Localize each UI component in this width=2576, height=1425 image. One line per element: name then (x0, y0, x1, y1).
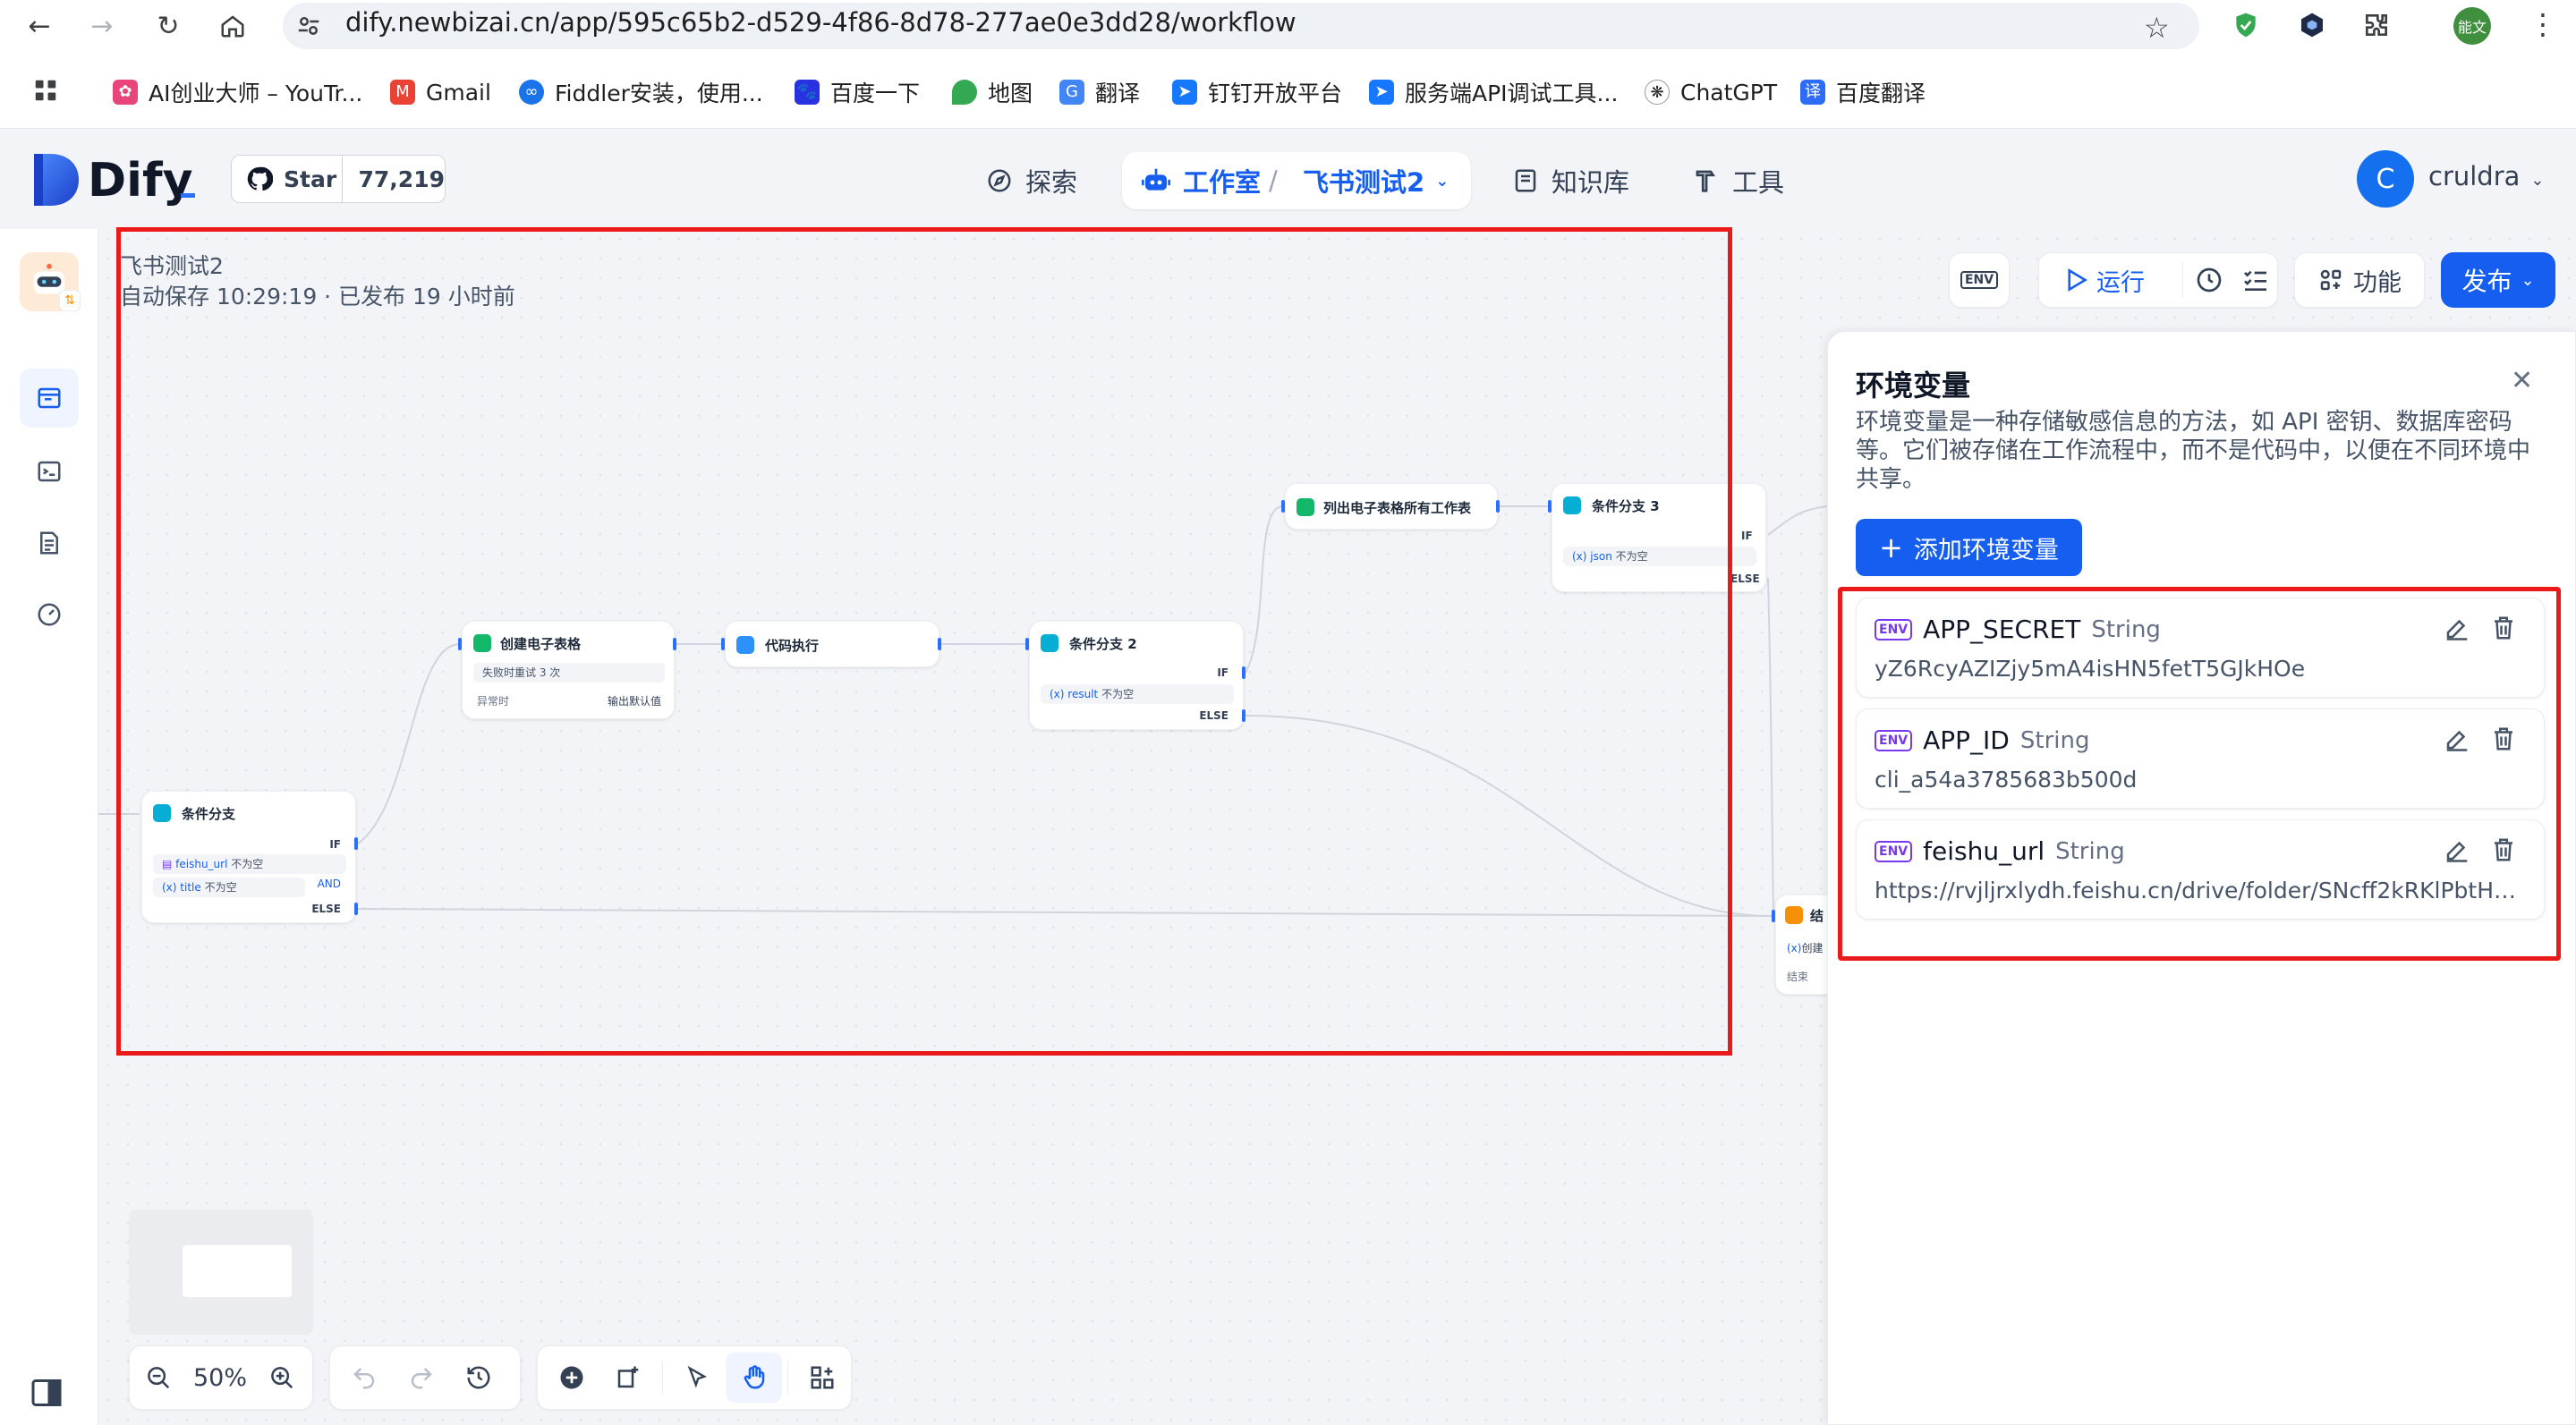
run-toolbar: 运行 (2038, 252, 2278, 308)
publish-label: 发布 (2461, 267, 2512, 296)
else-label: ELSE (1730, 573, 1760, 585)
end-row-text: 结束 (1787, 971, 1809, 983)
minimap[interactable] (129, 1209, 313, 1335)
run-label: 运行 (2096, 268, 2145, 297)
hand-icon[interactable] (725, 1353, 783, 1403)
close-icon[interactable]: ✕ (2511, 365, 2533, 396)
zoom-level[interactable]: 50% (187, 1364, 253, 1392)
edge-if3-out (1767, 505, 1828, 536)
organize-blocks-icon[interactable] (794, 1353, 851, 1403)
env-panel-title: 环境变量 (1856, 369, 1971, 403)
history-controls (329, 1345, 521, 1410)
zoom-out-icon[interactable] (130, 1353, 187, 1403)
port[interactable] (1772, 910, 1775, 922)
history-clock-icon[interactable] (2195, 266, 2223, 301)
env-button[interactable]: ENV (1949, 252, 2010, 308)
play-icon (2068, 268, 2087, 292)
end-row-text: 创建 (1801, 942, 1824, 954)
env-panel-description: 环境变量是一种存储敏感信息的方法，如 API 密钥、数据库密码等。它们被存储在工… (1856, 409, 2531, 493)
if-label: IF (1741, 530, 1753, 542)
var-icon: (x) (1787, 942, 1802, 954)
env-icon: ENV (1960, 271, 1999, 289)
run-button[interactable]: 运行 (2066, 263, 2145, 298)
edge-if3-end (1767, 577, 1774, 913)
zoom-in-icon[interactable] (253, 1353, 310, 1403)
node-title: 结 (1810, 908, 1824, 924)
publish-button[interactable]: 发布 ⌄ (2441, 252, 2555, 308)
add-node-icon[interactable] (543, 1353, 600, 1403)
features-button[interactable]: 功能 (2294, 252, 2425, 308)
add-note-icon[interactable] (600, 1353, 658, 1403)
redo-icon[interactable] (393, 1353, 450, 1403)
features-grid-icon (2320, 269, 2342, 291)
version-history-icon[interactable] (450, 1353, 507, 1403)
plus-icon: + (1879, 530, 1903, 564)
minimap-viewport (183, 1245, 292, 1297)
undo-icon[interactable] (336, 1353, 393, 1403)
features-label: 功能 (2353, 268, 2402, 297)
zoom-controls: 50% (129, 1345, 313, 1410)
end-output-row: (x)创建 (1787, 940, 1823, 955)
tools-divider (787, 1361, 789, 1394)
add-env-label: 添加环境变量 (1913, 536, 2059, 564)
chevron-down-icon: ⌄ (2521, 270, 2535, 290)
highlight-box-env-list (1838, 587, 2561, 961)
end-icon (1785, 906, 1803, 924)
tools-divider (662, 1361, 664, 1394)
add-env-variable-button[interactable]: + 添加环境变量 (1856, 519, 2082, 576)
highlight-box-canvas (116, 227, 1732, 1056)
toolbar-divider (2182, 262, 2183, 298)
checklist-icon[interactable] (2241, 266, 2270, 301)
canvas-tools (537, 1345, 852, 1410)
pointer-icon[interactable] (668, 1353, 726, 1403)
